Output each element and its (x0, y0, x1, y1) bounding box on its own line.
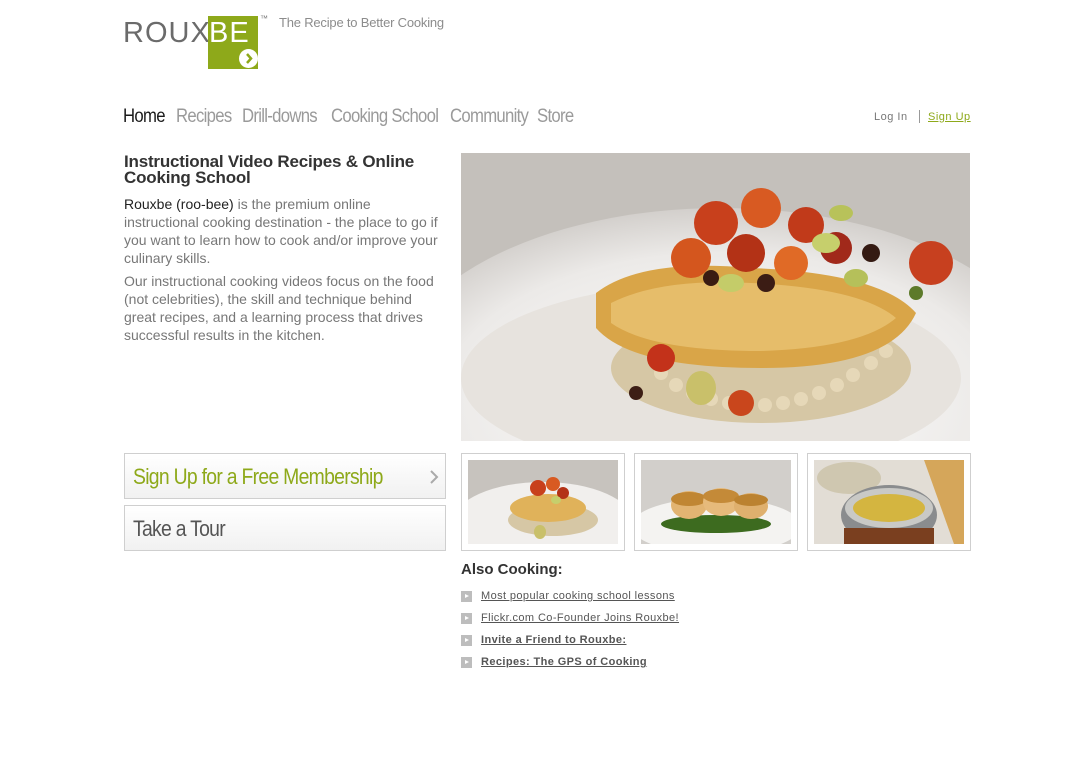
nav-drill-downs[interactable]: Drill-downs (242, 106, 318, 128)
nav-home[interactable]: Home (123, 106, 165, 128)
auth-divider (919, 110, 920, 123)
signup-membership-label: Sign Up for a Free Membership (133, 464, 383, 489)
take-tour-label: Take a Tour (133, 516, 226, 541)
tagline: The Recipe to Better Cooking (279, 15, 444, 30)
bullet-arrow-icon (461, 657, 472, 668)
intro-paragraph-1: Rouxbe (roo-bee) is the premium online i… (124, 195, 446, 267)
bullet-arrow-icon (461, 613, 472, 624)
also-cooking-heading: Also Cooking: (461, 561, 563, 578)
login-link[interactable]: Log In (874, 111, 908, 123)
bullet-arrow-icon (461, 635, 472, 646)
logo-text-left: ROUX (123, 17, 211, 49)
thumbnail-curry[interactable] (807, 453, 971, 551)
thumbnail-scallops[interactable] (634, 453, 798, 551)
link-invite-friend[interactable]: Invite a Friend to Rouxbe: (481, 634, 626, 646)
brand-name: Rouxbe (roo-bee) (124, 196, 234, 212)
link-recipes-gps[interactable]: Recipes: The GPS of Cooking (481, 656, 647, 668)
nav-recipes[interactable]: Recipes (176, 106, 232, 128)
intro-paragraph-2: Our instructional cooking videos focus o… (124, 273, 434, 343)
trademark: ™ (260, 14, 268, 23)
bullet-arrow-icon (461, 591, 472, 602)
logo[interactable]: ROUX BE ™ (123, 14, 273, 70)
thumbnail-fish-dish[interactable] (461, 453, 625, 551)
hero-dish-image (461, 153, 970, 441)
signup-membership-button[interactable]: Sign Up for a Free Membership (124, 453, 446, 499)
link-popular-lessons[interactable]: Most popular cooking school lessons (481, 590, 675, 602)
chevron-right-icon (239, 49, 258, 68)
logo-box: BE (208, 16, 258, 69)
nav-community[interactable]: Community (450, 106, 529, 128)
signup-link[interactable]: Sign Up (928, 111, 971, 123)
chevron-right-icon (429, 470, 439, 484)
take-tour-button[interactable]: Take a Tour (124, 505, 446, 551)
nav-cooking-school[interactable]: Cooking School (331, 106, 439, 128)
link-flickr-cofounder[interactable]: Flickr.com Co-Founder Joins Rouxbe! (481, 612, 679, 624)
logo-text-right: BE (209, 17, 250, 49)
page-title: Instructional Video Recipes & Online Coo… (124, 152, 415, 187)
nav-store[interactable]: Store (537, 106, 574, 128)
